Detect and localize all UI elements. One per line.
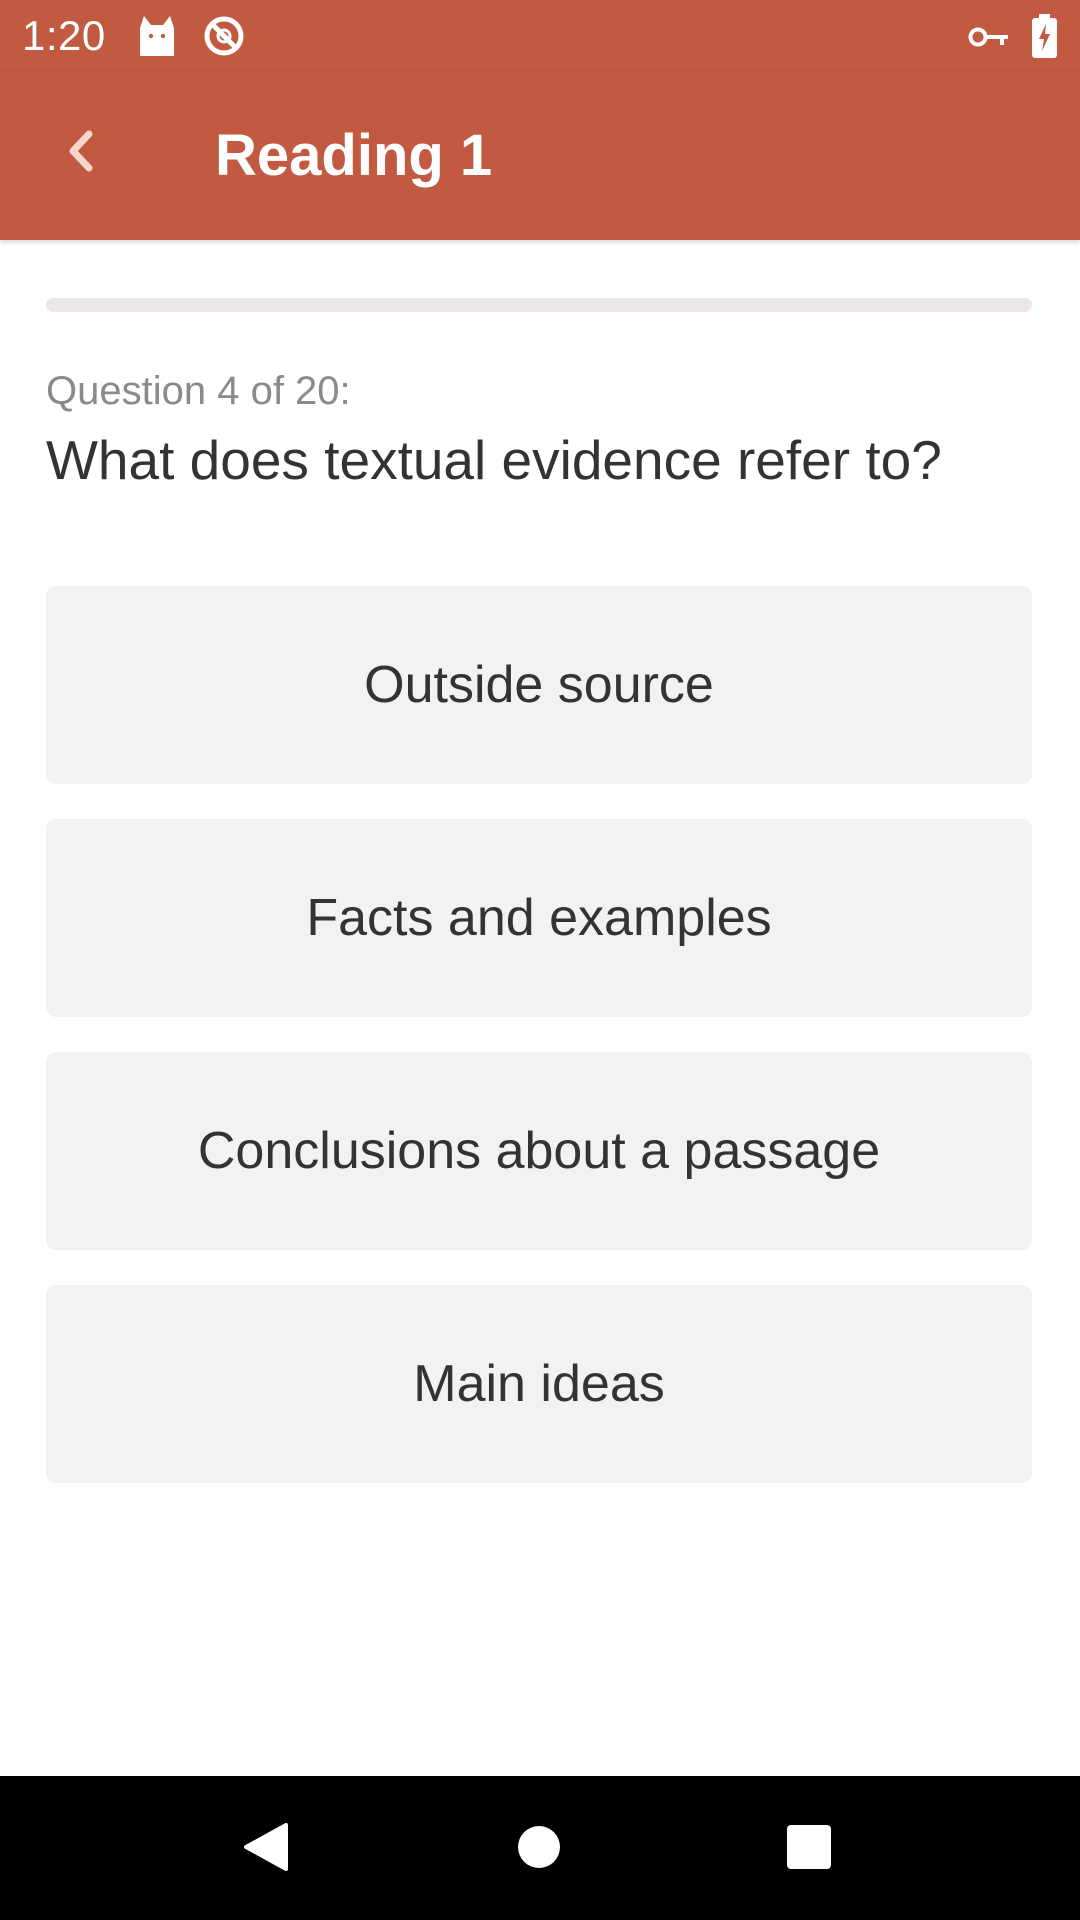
- answer-label: Facts and examples: [306, 889, 772, 947]
- question-text: What does textual evidence refer to?: [46, 429, 942, 491]
- answer-option-3[interactable]: Conclusions about a passage: [46, 1052, 1032, 1250]
- battery-charging-icon: [1032, 14, 1057, 58]
- app-bar: Reading 1: [0, 72, 1080, 240]
- answer-list: Outside source Facts and examples Conclu…: [46, 586, 1032, 1518]
- back-button[interactable]: [46, 116, 116, 186]
- status-time: 1:20: [22, 12, 106, 59]
- question-counter: Question 4 of 20:: [46, 369, 351, 413]
- recents-square-icon[interactable]: [786, 1824, 832, 1870]
- page-title: Reading 1: [215, 123, 493, 188]
- cat-notification-icon: [140, 16, 174, 56]
- answer-label: Main ideas: [413, 1355, 665, 1413]
- answer-option-1[interactable]: Outside source: [46, 586, 1032, 784]
- app-screen: 1:20 Reading 1 Question 4 of 20: What do…: [0, 0, 1080, 1920]
- chevron-left-icon: [69, 130, 93, 172]
- answer-option-2[interactable]: Facts and examples: [46, 819, 1032, 1017]
- answer-label: Conclusions about a passage: [197, 1122, 881, 1180]
- back-triangle-icon[interactable]: [242, 1822, 288, 1872]
- answer-option-4[interactable]: Main ideas: [46, 1285, 1032, 1483]
- quiz-progress-bar: [46, 298, 1032, 312]
- vpn-key-icon: [968, 27, 1008, 47]
- home-circle-icon[interactable]: [518, 1826, 560, 1868]
- blocked-icon: [204, 16, 244, 56]
- status-bar: 1:20: [0, 0, 1080, 72]
- answer-label: Outside source: [364, 656, 714, 714]
